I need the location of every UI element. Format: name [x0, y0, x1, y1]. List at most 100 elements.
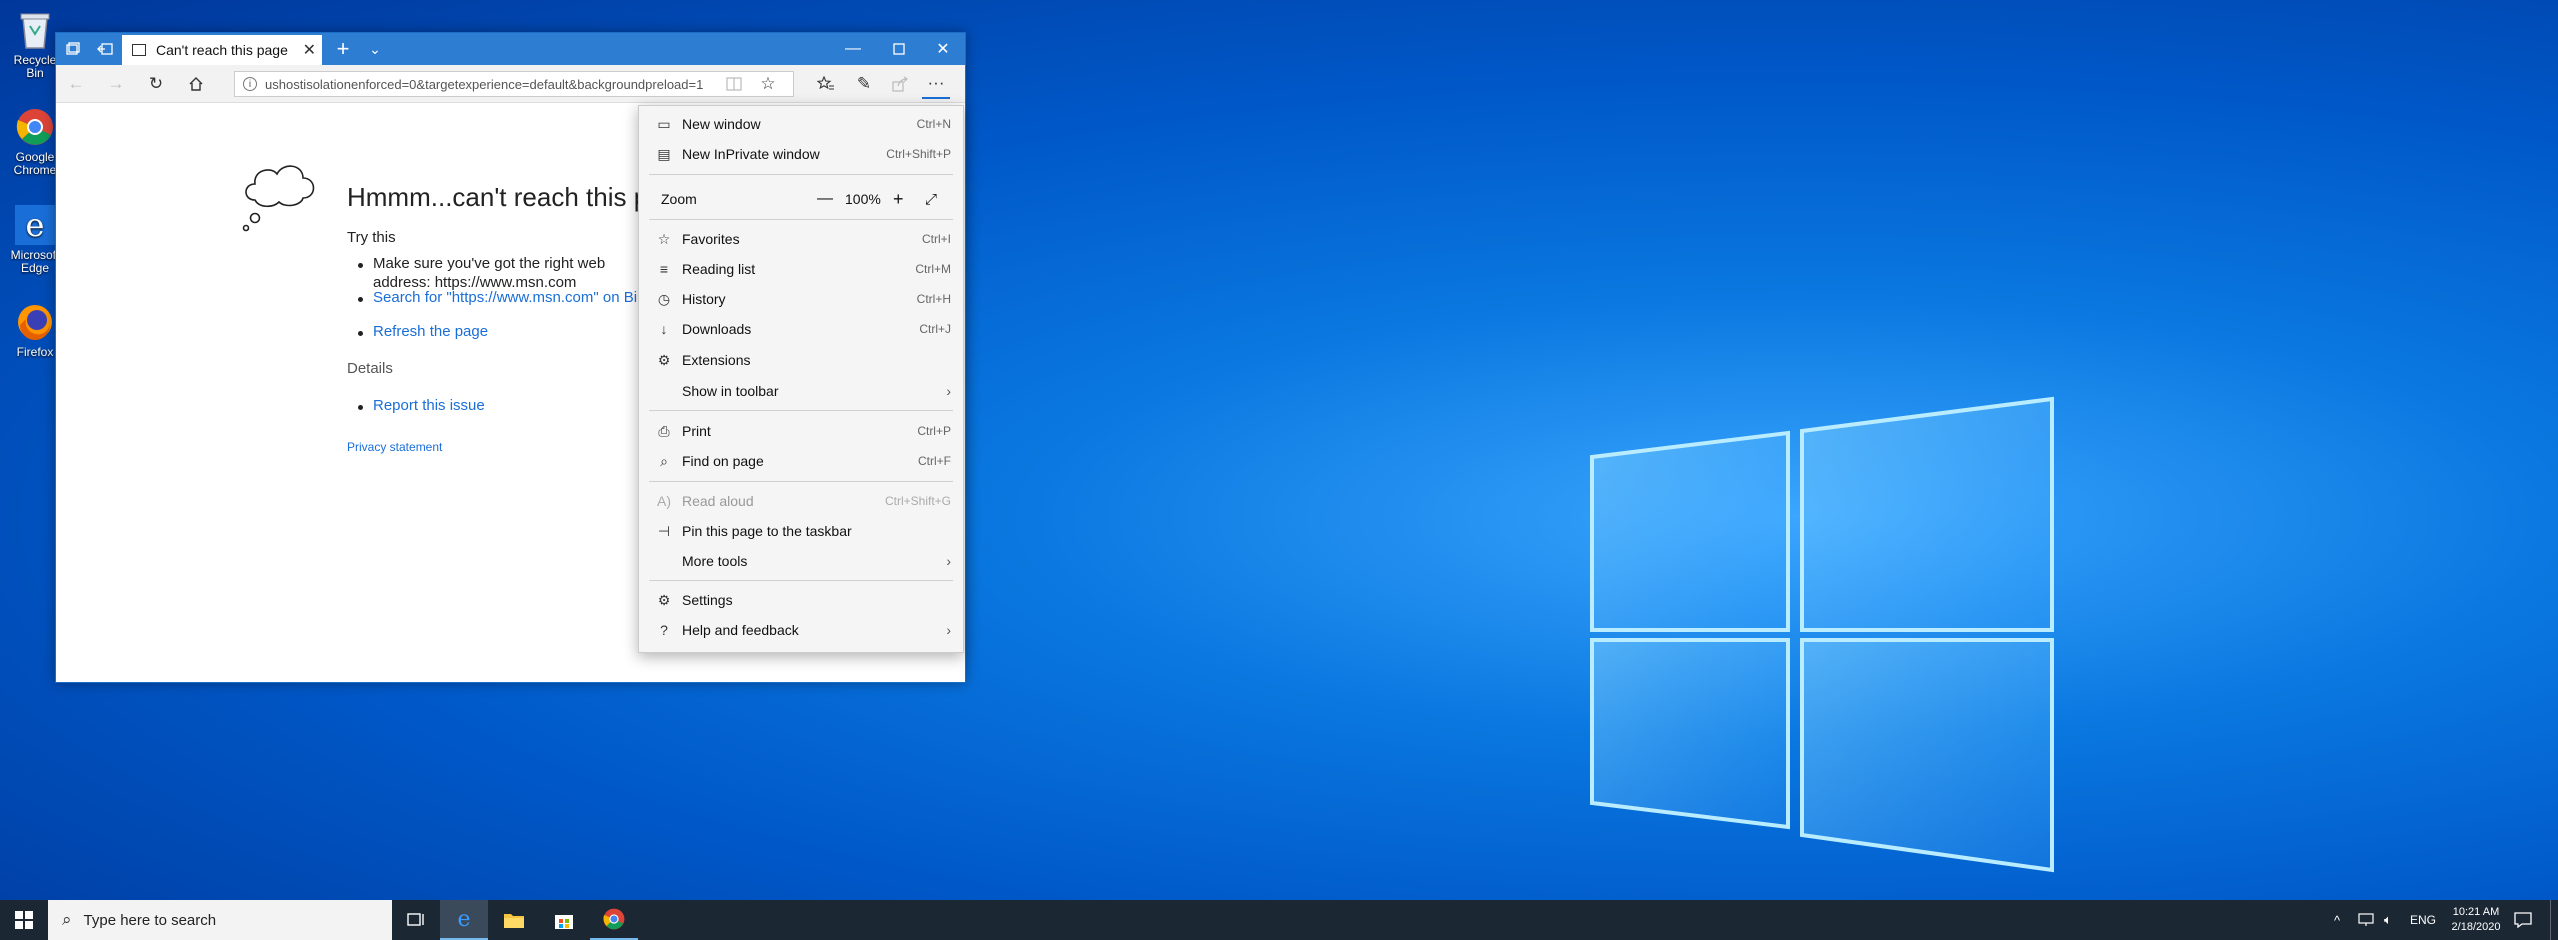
search-bing-link[interactable]: Search for "https://www.msn.com" on Bing: [373, 289, 654, 306]
star-icon[interactable]: ☆: [754, 71, 782, 97]
home-button[interactable]: [182, 71, 210, 97]
menu-item-extensions[interactable]: ⚙ Extensions: [639, 345, 963, 375]
clock-date: 2/18/2020: [2451, 921, 2501, 933]
info-icon[interactable]: i: [243, 77, 257, 91]
show-desktop-button[interactable]: [2550, 900, 2551, 940]
menu-item-reading-list[interactable]: ≡ Reading list Ctrl+M: [639, 254, 963, 284]
recycle-bin-icon: [13, 8, 57, 52]
close-tab-icon[interactable]: ✕: [303, 40, 316, 60]
chevron-right-icon: ›: [946, 553, 951, 569]
menu-item-settings[interactable]: ⚙ Settings: [639, 585, 963, 615]
edge-icon: e: [13, 203, 57, 247]
taskbar-chrome-icon[interactable]: [590, 900, 638, 940]
extensions-icon: ⚙: [657, 351, 671, 368]
menu-item-find-on-page[interactable]: ⌕ Find on page Ctrl+F: [639, 446, 963, 476]
pen-icon[interactable]: ✎: [850, 71, 878, 97]
report-issue-link[interactable]: Report this issue: [373, 397, 485, 414]
zoom-out-button[interactable]: —: [817, 190, 833, 208]
menu-item-print[interactable]: ⎙ Print Ctrl+P: [639, 416, 963, 446]
suggestion-line-1: Make sure you've got the right web: [373, 255, 606, 272]
page-icon: [132, 44, 146, 56]
menu-item-history[interactable]: ◷ History Ctrl+H: [639, 284, 963, 314]
desktop-icon-label: Google Chrome: [13, 150, 57, 177]
clock-time: 10:21 AM: [2452, 906, 2500, 918]
refresh-button[interactable]: ↻: [142, 71, 170, 97]
set-tabs-aside-icon[interactable]: [88, 33, 122, 65]
try-this-heading: Try this: [347, 229, 396, 246]
menu-separator: [649, 410, 953, 411]
back-button[interactable]: ←: [62, 71, 90, 97]
favorites-hub-icon[interactable]: [812, 71, 840, 97]
zoom-level: 100%: [845, 191, 881, 207]
bullet: [358, 405, 363, 410]
menu-separator: [649, 580, 953, 581]
clock[interactable]: 10:21 AM 2/18/2020: [2446, 900, 2506, 940]
search-placeholder: Type here to search: [83, 911, 217, 929]
chrome-icon: [13, 105, 57, 149]
volume-icon[interactable]: 🔈︎: [2384, 900, 2392, 940]
navigation-bar: ← → ↻ i ushostisolationenforced=0&target…: [56, 65, 965, 103]
bullet: [358, 297, 363, 302]
bullet: [358, 331, 363, 336]
share-icon[interactable]: [886, 71, 914, 97]
download-icon: ↓: [660, 321, 668, 337]
menu-separator: [649, 174, 953, 175]
new-tab-button[interactable]: +: [328, 33, 358, 65]
settings-and-more-menu: ▭ New window Ctrl+N ▤ New InPrivate wind…: [638, 105, 964, 653]
minimize-button[interactable]: —: [830, 33, 876, 65]
fullscreen-icon[interactable]: ⤢: [925, 191, 937, 208]
task-view-icon[interactable]: [392, 900, 440, 940]
address-bar[interactable]: i ushostisolationenforced=0&targetexperi…: [234, 71, 794, 97]
svg-text:e: e: [26, 206, 45, 244]
language-indicator[interactable]: ENG: [2410, 900, 2436, 940]
close-window-button[interactable]: ✕: [920, 33, 966, 65]
menu-item-help-feedback[interactable]: ? Help and feedback ›: [639, 615, 963, 645]
forward-button[interactable]: →: [102, 71, 130, 97]
menu-item-more-tools[interactable]: More tools ›: [639, 546, 963, 576]
reading-view-icon[interactable]: [720, 71, 748, 97]
taskbar: ⌕ Type here to search e ^ 🔈︎ ENG 10:21 A…: [0, 900, 2558, 940]
chevron-right-icon: ›: [946, 622, 951, 638]
desktop-icon-label: Firefox: [16, 345, 54, 359]
menu-item-show-in-toolbar[interactable]: Show in toolbar ›: [639, 376, 963, 406]
tab-title: Can't reach this page: [156, 42, 288, 58]
menu-separator: [649, 481, 953, 482]
privacy-statement-link[interactable]: Privacy statement: [347, 440, 442, 454]
taskbar-search-box[interactable]: ⌕ Type here to search: [48, 900, 392, 940]
taskbar-edge-icon[interactable]: e: [440, 900, 488, 940]
menu-item-zoom: Zoom — 100% + ⤢: [661, 188, 938, 210]
maximize-button[interactable]: [876, 33, 922, 65]
more-menu-button[interactable]: ···: [922, 69, 950, 99]
desktop-icon-label: Microsoft Edge: [10, 248, 60, 275]
printer-icon: ⎙: [658, 422, 670, 439]
start-button[interactable]: [0, 900, 48, 940]
menu-item-pin-taskbar[interactable]: ⊣ Pin this page to the taskbar: [639, 516, 963, 546]
tab-preview-icon[interactable]: [56, 33, 90, 65]
menu-item-downloads[interactable]: ↓ Downloads Ctrl+J: [639, 314, 963, 344]
inprivate-icon: ▤: [657, 145, 671, 162]
menu-item-new-window[interactable]: ▭ New window Ctrl+N: [639, 109, 963, 139]
notifications-icon[interactable]: [2514, 900, 2532, 940]
windows-logo: [1590, 396, 2054, 873]
store-icon[interactable]: [540, 900, 588, 940]
reading-list-icon: ≡: [659, 261, 669, 277]
file-explorer-icon[interactable]: [490, 900, 538, 940]
tab-active[interactable]: Can't reach this page ✕: [122, 35, 322, 65]
refresh-page-link[interactable]: Refresh the page: [373, 323, 488, 340]
favorites-icon: ☆: [657, 230, 671, 247]
gear-icon: ⚙: [657, 591, 671, 608]
zoom-in-button[interactable]: +: [893, 189, 904, 210]
read-aloud-icon: A): [657, 493, 671, 509]
menu-item-favorites[interactable]: ☆ Favorites Ctrl+I: [639, 224, 963, 254]
menu-item-new-inprivate[interactable]: ▤ New InPrivate window Ctrl+Shift+P: [639, 139, 963, 169]
network-icon[interactable]: [2358, 900, 2374, 940]
chevron-down-icon[interactable]: ⌄: [360, 33, 390, 65]
show-hidden-icons[interactable]: ^: [2334, 900, 2340, 940]
menu-separator: [649, 219, 953, 220]
window-icon: ▭: [657, 115, 671, 132]
menu-item-read-aloud[interactable]: A) Read aloud Ctrl+Shift+G: [639, 486, 963, 516]
chevron-right-icon: ›: [946, 383, 951, 399]
thought-cloud-icon: [242, 165, 315, 232]
bullet: [358, 263, 363, 268]
firefox-icon: [13, 300, 57, 344]
